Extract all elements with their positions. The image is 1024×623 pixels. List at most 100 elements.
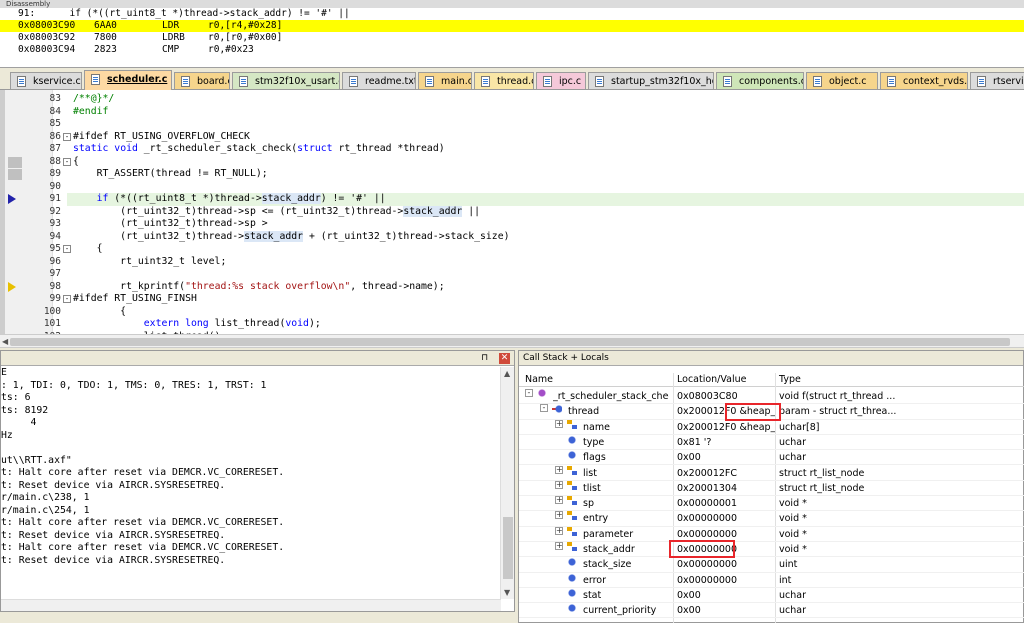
build-output-vertical-scrollbar[interactable]: ▲ ▼ — [500, 367, 514, 599]
call-stack-row[interactable]: current_priority 0x00 uchar — [519, 603, 1024, 619]
collapse-icon[interactable]: - — [525, 389, 533, 397]
disassembly-line[interactable]: 91: if (*((rt_uint8_t *)thread->stack_ad… — [0, 8, 1024, 20]
scroll-left-icon[interactable]: ◀ — [2, 337, 8, 346]
row-value: 0x00 — [677, 452, 701, 464]
scroll-up-icon[interactable]: ▲ — [504, 369, 510, 378]
code-line[interactable]: #ifdef RT_USING_FINSH — [67, 293, 1024, 306]
tab-startup-stm32f10x-hd-s[interactable]: startup_stm32f10x_hd.s — [588, 72, 714, 89]
breakpoint-margin-mark[interactable] — [8, 169, 22, 180]
row-value: 0x00 — [677, 589, 701, 601]
collapse-icon[interactable]: - — [540, 404, 548, 413]
expand-icon[interactable]: + — [555, 496, 563, 505]
code-line[interactable]: rt_kprintf("thread:%s stack overflow\n",… — [67, 281, 1024, 294]
tab-main-c[interactable]: main.c — [418, 72, 472, 89]
tab-label: board.c — [197, 76, 230, 87]
file-icon — [543, 76, 552, 87]
tab-components-c[interactable]: components.c — [716, 72, 804, 89]
tab-readme-txt[interactable]: readme.txt — [342, 72, 416, 89]
tab-stm32f10x-usart-c[interactable]: stm32f10x_usart.c — [232, 72, 340, 89]
call-stack-row[interactable]: + sp 0x00000001 void * — [519, 496, 1024, 512]
scroll-down-icon[interactable]: ▼ — [504, 588, 510, 597]
tab-scheduler-c[interactable]: scheduler.c — [84, 70, 172, 90]
tab-label: components.c — [739, 76, 804, 87]
call-stack-row[interactable]: + name 0x200012F0 &heap_se... uchar[8] — [519, 419, 1024, 435]
editor-horizontal-scrollbar[interactable]: ◀ — [0, 334, 1024, 348]
call-stack-row[interactable]: + tlist 0x20001304 struct rt_list_node — [519, 480, 1024, 497]
scroll-thumb[interactable] — [10, 338, 1010, 346]
disassembly-line[interactable]: 0x08003C94 2823 CMP r0,#0x23 — [0, 44, 1024, 56]
build-output-horizontal-scrollbar[interactable] — [1, 599, 501, 611]
code-line[interactable] — [67, 181, 1024, 194]
row-type: uchar — [779, 436, 806, 448]
expand-icon[interactable]: + — [555, 511, 563, 520]
code-line[interactable]: #endif — [67, 106, 1024, 119]
code-line[interactable]: if (*((rt_uint8_t *)thread->stack_addr) … — [67, 193, 1024, 206]
variable-icon — [552, 404, 562, 414]
code-line[interactable]: (rt_uint32_t)thread->stack_addr + (rt_ui… — [67, 230, 1024, 244]
row-type: uchar — [779, 605, 806, 617]
close-icon[interactable]: ✕ — [499, 353, 510, 364]
expand-icon[interactable]: + — [555, 465, 563, 474]
instruction-operands: r0,[r0,#0x00] — [208, 32, 283, 43]
code-line[interactable]: RT_ASSERT(thread != RT_NULL); — [67, 168, 1024, 181]
build-output-line: t: Halt core after reset via DEMCR.VC_CO… — [1, 517, 285, 528]
code-line[interactable]: extern long list_thread(void); — [67, 318, 1024, 331]
code-line[interactable]: { — [67, 306, 1024, 319]
line-number: 87 — [49, 143, 61, 154]
line-number: 97 — [49, 268, 61, 279]
tab-context-rvds-s[interactable]: context_rvds.S — [880, 72, 968, 89]
disassembly-line[interactable]: 0x08003C92 7800 LDRB r0,[r0,#0x00] — [0, 32, 1024, 44]
build-output-text: E: 1, TDI: 0, TDO: 1, TMS: 0, TRES: 1, T… — [1, 367, 501, 599]
call-stack-row[interactable]: stack_size 0x00000000 uint — [519, 557, 1024, 573]
code-line[interactable]: { — [67, 156, 1024, 169]
expand-icon[interactable]: + — [555, 480, 563, 489]
code-line[interactable]: #ifdef RT_USING_OVERFLOW_CHECK — [67, 131, 1024, 144]
call-stack-row[interactable]: - _rt_scheduler_stack_check 0x08003C80 void… — [519, 389, 1024, 405]
code-line[interactable]: static void _rt_scheduler_stack_check(st… — [67, 143, 1024, 156]
call-stack-row[interactable]: + parameter 0x00000000 void * — [519, 526, 1024, 542]
code-line[interactable]: (rt_uint32_t)thread->sp <= (rt_uint32_t)… — [67, 205, 1024, 219]
code-line[interactable] — [67, 268, 1024, 281]
call-stack-row[interactable]: + stack_addr 0x00000000 void * — [519, 542, 1024, 558]
scroll-thumb[interactable] — [503, 517, 513, 579]
struct-member-icon — [567, 526, 577, 536]
call-stack-row[interactable]: stat 0x00 uchar — [519, 587, 1024, 604]
call-stack-row[interactable]: + list 0x200012FC struct rt_list_node — [519, 465, 1024, 481]
call-stack-locals-window: Call Stack + Locals Name Location/Value … — [518, 350, 1024, 623]
code-line[interactable]: (rt_uint32_t)thread->sp > — [67, 218, 1024, 231]
code-line[interactable]: /**@}*/ — [67, 93, 1024, 106]
expand-icon[interactable]: + — [555, 419, 563, 428]
tab-label: context_rvds.S — [903, 76, 968, 87]
file-icon — [977, 76, 986, 87]
instruction-address: 0x08003C92 — [18, 32, 76, 43]
expand-icon[interactable]: + — [555, 526, 563, 535]
expand-icon[interactable]: + — [555, 542, 563, 550]
tab-ipc-c[interactable]: ipc.c — [536, 72, 586, 89]
tab-object-c[interactable]: object.c — [806, 72, 878, 89]
column-type[interactable]: Type — [779, 373, 801, 387]
line-number: 85 — [49, 118, 61, 129]
call-stack-row[interactable]: - thread 0x200012F0 &heap_sem param - struc… — [519, 404, 1024, 420]
tab-rtservice-h[interactable]: rtservice.h — [970, 72, 1024, 89]
code-line[interactable] — [67, 118, 1024, 131]
disassembly-line[interactable]: 0x08003C90 6AA0 LDR r0,[r4,#0x28] — [0, 20, 1024, 32]
call-stack-row[interactable]: type 0x81 '? uchar — [519, 434, 1024, 451]
column-location-value[interactable]: Location/Value — [677, 373, 746, 387]
pin-icon[interactable]: ⊓ — [479, 353, 490, 364]
line-number: 84 — [49, 105, 61, 117]
file-icon — [239, 76, 248, 87]
breakpoint-margin-mark[interactable] — [8, 156, 22, 168]
tab-board-c[interactable]: board.c — [174, 72, 230, 89]
row-name: list — [583, 467, 597, 479]
code-editor[interactable]: 83/**@}*/84 #endif 85 86- #ifdef RT_USING_OV… — [0, 90, 1024, 334]
code-line[interactable]: rt_uint32_t level; — [67, 256, 1024, 269]
column-name[interactable]: Name — [525, 373, 553, 387]
code-line[interactable]: { — [67, 243, 1024, 256]
call-stack-row[interactable]: + entry 0x00000000 void * — [519, 511, 1024, 527]
call-stack-row[interactable]: error 0x00000000 int — [519, 572, 1024, 588]
call-stack-row[interactable]: flags 0x00 uchar — [519, 450, 1024, 466]
row-type: uchar[8] — [779, 421, 820, 433]
tab-thread-c[interactable]: thread.c — [474, 72, 534, 89]
tab-kservice-c[interactable]: kservice.c — [10, 72, 82, 89]
row-name: thread — [568, 406, 600, 418]
